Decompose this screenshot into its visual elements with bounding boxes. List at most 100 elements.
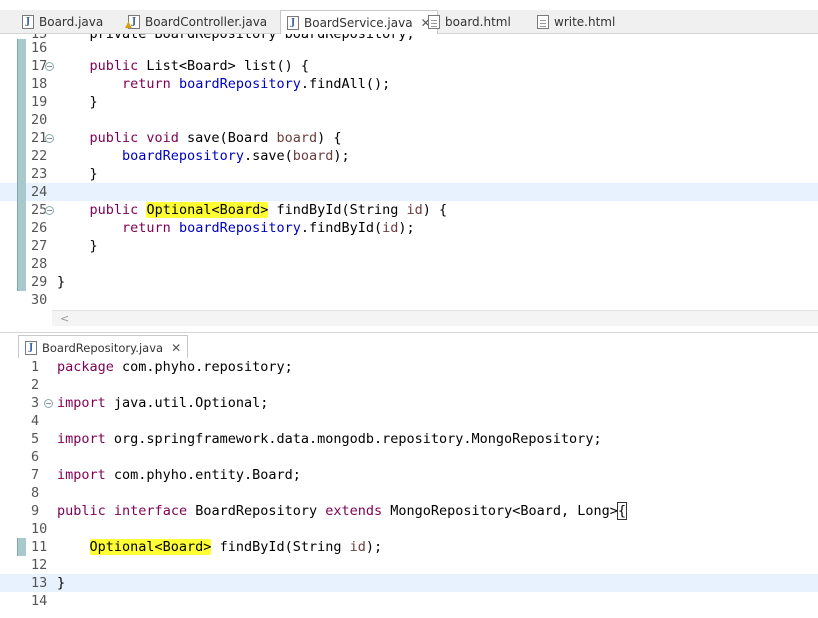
fold-toggle-icon[interactable]: −	[45, 206, 54, 215]
code-text: public void save(Board board) {	[57, 130, 342, 146]
line-number: 10	[31, 521, 48, 537]
code-line: 14	[0, 592, 818, 610]
java-file-warning-icon: J ▲	[125, 15, 140, 30]
line-number: 22	[31, 148, 48, 164]
java-file-icon: J	[25, 340, 37, 355]
tab-label: board.html	[445, 15, 511, 29]
tab-boardcontroller-java[interactable]: J ▲ BoardController.java	[125, 10, 268, 34]
line-number: 5	[31, 431, 40, 447]
horizontal-scrollbar[interactable]: <	[52, 310, 818, 326]
code-text: }	[57, 94, 98, 110]
java-file-icon: J	[22, 15, 34, 29]
tab-boardrepository-java[interactable]: J BoardRepository.java ✕	[18, 335, 189, 359]
line-number: 14	[31, 593, 48, 609]
code-text: boardRepository.save(board);	[122, 148, 350, 164]
current-code-line: 13 }	[0, 574, 818, 592]
line-number: 28	[31, 256, 48, 272]
text-cursor: {	[616, 502, 628, 520]
line-number: 11	[31, 539, 48, 555]
code-line: 3 − import java.util.Optional;	[0, 394, 818, 412]
current-code-line: 24	[0, 183, 818, 201]
code-text: public List<Board> list() {	[57, 58, 309, 74]
tab-board-java[interactable]: J Board.java	[22, 10, 103, 34]
line-number: 6	[31, 449, 40, 465]
line-number: 25	[31, 202, 48, 218]
fold-toggle-icon[interactable]: −	[45, 134, 54, 143]
code-text: import java.util.Optional;	[57, 395, 269, 411]
close-icon[interactable]: ✕	[171, 341, 181, 355]
code-text: }	[57, 238, 98, 254]
tab-label: BoardController.java	[145, 15, 268, 29]
code-line: 19 }	[0, 93, 818, 111]
line-number: 27	[31, 238, 48, 254]
code-text: import com.phyho.entity.Board;	[57, 467, 301, 483]
code-line: 12	[0, 556, 818, 574]
html-file-icon	[428, 15, 440, 29]
line-number: 23	[31, 166, 48, 182]
line-number: 7	[31, 467, 40, 483]
boardservice-editor[interactable]: 15 private BoardRepository boardReposito…	[0, 34, 818, 310]
code-line: 6	[0, 448, 818, 466]
code-text: public interface BoardRepository extends…	[57, 502, 628, 520]
line-number: 8	[31, 485, 40, 501]
code-text: }	[57, 575, 66, 591]
tab-label: write.html	[554, 15, 616, 29]
line-number: 12	[31, 557, 48, 573]
code-line: 17 − public List<Board> list() {	[0, 57, 818, 75]
line-number: 1	[31, 359, 40, 375]
code-line: 9 public interface BoardRepository exten…	[0, 502, 818, 520]
line-number: 4	[31, 413, 40, 429]
code-line: 27 }	[0, 237, 818, 255]
line-number: 3	[31, 395, 40, 411]
code-text: Optional<Board> findById(String id);	[89, 539, 383, 555]
code-line: 21 − public void save(Board board) {	[0, 129, 818, 147]
code-text: public Optional<Board> findById(String i…	[89, 202, 448, 218]
code-line: 1 package com.phyho.repository;	[0, 358, 818, 376]
highlighted-return-type: Optional<Board>	[146, 202, 269, 218]
fold-toggle-icon[interactable]: −	[44, 399, 53, 408]
line-number: 2	[31, 377, 40, 393]
line-number: 20	[31, 112, 48, 128]
tab-boardservice-java[interactable]: J BoardService.java ✕	[280, 10, 438, 35]
boardrepository-editor[interactable]: 1 package com.phyho.repository; 2 3 − im…	[0, 358, 818, 618]
code-line: 18 return boardRepository.findAll();	[0, 75, 818, 93]
code-line: 10	[0, 520, 818, 538]
code-line: 7 import com.phyho.entity.Board;	[0, 466, 818, 484]
highlighted-return-type: Optional<Board>	[89, 539, 212, 555]
line-number: 17	[31, 58, 48, 74]
fold-toggle-icon[interactable]: −	[45, 62, 54, 71]
code-text: }	[57, 166, 98, 182]
code-line: 30	[0, 291, 818, 309]
code-line: 20	[0, 111, 818, 129]
code-text: return boardRepository.findById(id);	[122, 220, 415, 236]
code-line: 28	[0, 255, 818, 273]
code-line: 23 }	[0, 165, 818, 183]
bottom-editor-tab-bar: J BoardRepository.java ✕	[0, 332, 818, 359]
line-number: 13	[31, 575, 48, 591]
tab-label: BoardRepository.java	[42, 340, 164, 355]
html-file-icon	[537, 15, 549, 29]
line-number: 18	[31, 76, 48, 92]
code-text: return boardRepository.findAll();	[122, 76, 391, 92]
code-line: 5 import org.springframework.data.mongod…	[0, 430, 818, 448]
tab-board-html[interactable]: board.html	[428, 10, 511, 34]
line-number: 30	[31, 292, 48, 308]
code-line: 16	[0, 39, 818, 57]
tab-write-html[interactable]: write.html	[537, 10, 615, 34]
editor-tab-bar: J Board.java J ▲ BoardController.java J B…	[0, 10, 818, 35]
code-line: 2	[0, 376, 818, 394]
code-line: 29 }	[0, 273, 818, 291]
code-text: }	[57, 274, 66, 290]
code-line: 22 boardRepository.save(board);	[0, 147, 818, 165]
code-text: import org.springframework.data.mongodb.…	[57, 431, 602, 447]
scroll-left-icon[interactable]: <	[60, 312, 69, 325]
tab-label: BoardService.java	[304, 16, 413, 30]
line-number: 16	[31, 40, 48, 56]
code-line: 25 − public Optional<Board> findById(Str…	[0, 201, 818, 219]
code-line: 11 Optional<Board> findById(String id);	[0, 538, 818, 556]
line-number: 24	[31, 184, 48, 200]
line-number: 26	[31, 220, 48, 236]
line-number: 29	[31, 274, 48, 290]
tab-label: Board.java	[39, 15, 104, 29]
code-line: 8	[0, 484, 818, 502]
